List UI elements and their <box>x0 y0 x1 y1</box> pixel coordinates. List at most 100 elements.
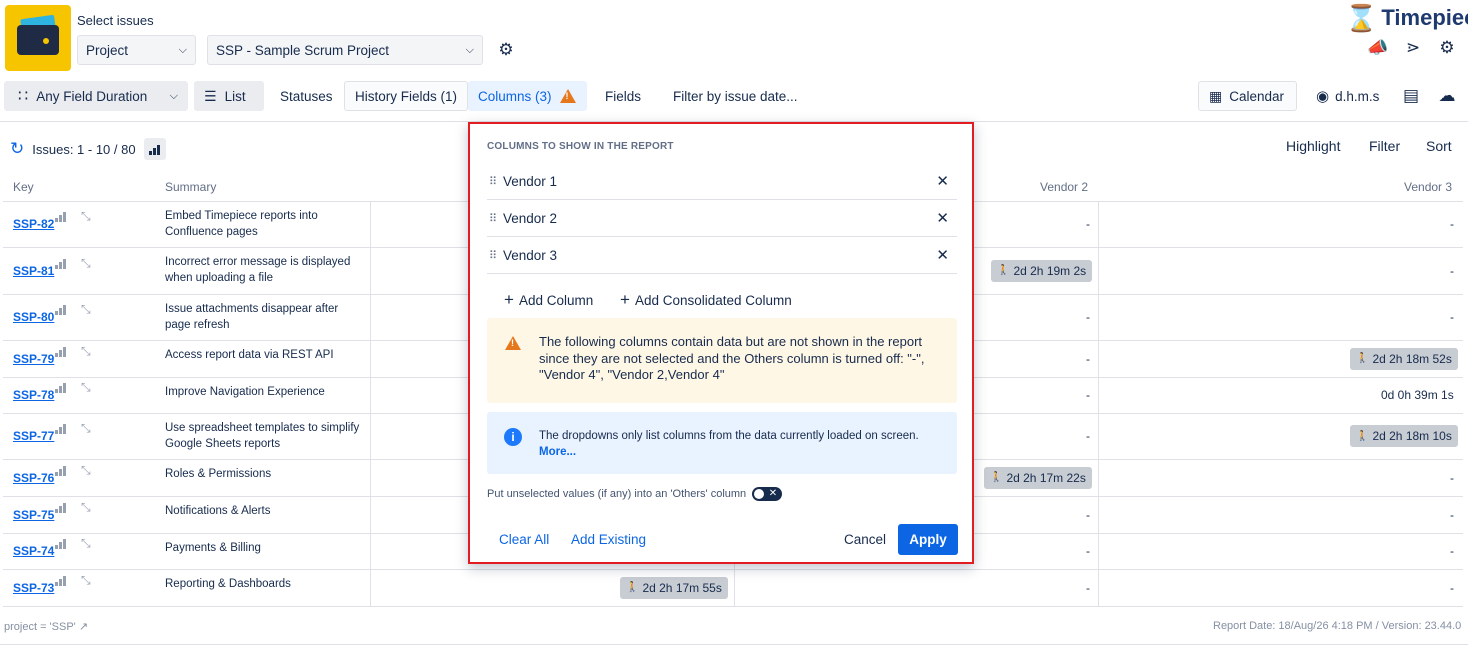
vendor2-cell[interactable]: 🚶 2d 2h 17m 22s <box>984 466 1092 489</box>
close-icon[interactable]: ✕ <box>936 246 949 264</box>
cancel-button[interactable]: Cancel <box>844 532 886 547</box>
apply-button[interactable]: Apply <box>898 524 958 555</box>
column-item[interactable]: ⠿ Vendor 2 ✕ <box>487 200 957 237</box>
close-icon[interactable]: ✕ <box>936 209 949 227</box>
announcement-icon[interactable]: 📣 <box>1367 37 1389 59</box>
chevron-down-icon: ⌵ <box>178 43 187 56</box>
history-fields-tab[interactable]: History Fields (1) <box>344 81 469 111</box>
list-button[interactable]: ☰ List <box>194 81 264 111</box>
vendor2-cell: - <box>1086 507 1090 522</box>
project-select-value: SSP - Sample Scrum Project <box>216 42 390 58</box>
filter-by-date-tab[interactable]: Filter by issue date... <box>663 81 808 111</box>
scope-select[interactable]: Project ⌵ <box>77 35 196 65</box>
sla-calendar-icon[interactable]: ▤ <box>1400 85 1422 107</box>
sort-button[interactable]: Sort <box>1426 138 1452 154</box>
bar-chart-icon[interactable] <box>143 138 166 160</box>
col-header-summary[interactable]: Summary <box>165 180 216 194</box>
bar-chart-icon[interactable] <box>55 212 66 222</box>
issue-key-link[interactable]: SSP-74 <box>13 544 54 558</box>
issue-summary: Access report data via REST API <box>165 349 334 361</box>
column-item[interactable]: ⠿ Vendor 1 ✕ <box>487 163 957 200</box>
expand-icon[interactable]: ⤡ <box>81 209 91 224</box>
time-format-button[interactable]: ◉ d.h.m.s <box>1306 81 1389 111</box>
bar-chart-icon[interactable] <box>55 465 66 476</box>
expand-icon[interactable]: ⤡ <box>81 573 91 588</box>
add-consolidated-column-button[interactable]: + Add Consolidated Column <box>620 290 792 310</box>
expand-icon[interactable]: ⤡ <box>81 380 91 395</box>
issue-key-link[interactable]: SSP-77 <box>13 429 54 443</box>
clear-all-button[interactable]: Clear All <box>499 532 549 547</box>
bar-chart-icon[interactable] <box>55 424 66 434</box>
bar-chart-icon[interactable] <box>55 346 66 357</box>
share-icon[interactable]: ⋗ <box>1402 37 1424 59</box>
issue-key-link[interactable]: SSP-81 <box>13 264 54 278</box>
vendor3-cell: 0d 0h 39m 1s <box>1381 388 1454 402</box>
project-select[interactable]: SSP - Sample Scrum Project ⌵ <box>207 35 483 65</box>
bar-chart-icon[interactable] <box>55 305 66 315</box>
columns-tab[interactable]: Columns (3) ! <box>468 81 587 111</box>
issue-key-link[interactable]: SSP-73 <box>13 581 54 595</box>
col-header-vendor2[interactable]: Vendor 2 <box>1040 180 1088 194</box>
filter-button[interactable]: Filter <box>1369 138 1400 154</box>
warning-banner: ! The following columns contain data but… <box>487 318 957 403</box>
column-divider <box>1098 201 1099 607</box>
vendor3-cell: - <box>1450 470 1454 485</box>
time-format-label: d.h.m.s <box>1335 88 1380 104</box>
duration-select[interactable]: ∷ Any Field Duration ⌵ <box>4 81 188 111</box>
scope-select-value: Project <box>86 42 129 58</box>
drag-handle-icon[interactable]: ⠿ <box>487 249 503 262</box>
chevron-down-icon: ⌵ <box>169 89 178 102</box>
walking-person-icon: 🚶 <box>1356 353 1369 364</box>
expand-icon[interactable]: ⤡ <box>81 344 91 359</box>
vendor3-cell[interactable]: 🚶 2d 2h 18m 52s <box>1350 347 1458 370</box>
issue-key-link[interactable]: SSP-79 <box>13 352 54 366</box>
drag-handle-icon[interactable]: ⠿ <box>487 212 503 225</box>
vendor3-cell: - <box>1450 263 1454 278</box>
warning-icon: ! <box>505 336 521 350</box>
issue-key-link[interactable]: SSP-75 <box>13 508 54 522</box>
bar-chart-icon[interactable] <box>55 383 66 393</box>
jql-footer[interactable]: project = 'SSP' ↗ <box>4 620 88 633</box>
statuses-tab[interactable]: Statuses <box>270 81 343 111</box>
vendor1-cell-text: 2d 2h 17m 55s <box>642 580 722 595</box>
expand-icon[interactable]: ⤡ <box>81 536 91 551</box>
expand-icon[interactable]: ⤡ <box>81 256 91 271</box>
cloud-download-icon[interactable]: ☁ <box>1436 85 1458 107</box>
refresh-icon[interactable]: ↻ <box>10 139 24 159</box>
settings-gear-icon[interactable]: ⚙ <box>495 39 517 61</box>
bar-chart-icon[interactable] <box>55 539 66 549</box>
vendor2-cell: - <box>1086 351 1090 366</box>
issue-key-link[interactable]: SSP-76 <box>13 471 54 485</box>
add-existing-button[interactable]: Add Existing <box>571 532 646 547</box>
issue-key-link[interactable]: SSP-82 <box>13 217 54 231</box>
expand-icon[interactable]: ⤡ <box>81 463 91 478</box>
gear-icon[interactable]: ⚙ <box>1436 37 1458 59</box>
vendor3-cell[interactable]: 🚶 2d 2h 18m 10s <box>1350 425 1458 447</box>
col-header-vendor3[interactable]: Vendor 3 <box>1404 180 1452 194</box>
vendor2-cell: - <box>1086 544 1090 558</box>
info-text: The dropdowns only list columns from the… <box>539 430 919 442</box>
issue-key-link[interactable]: SSP-78 <box>13 388 54 402</box>
walking-person-icon: 🚶 <box>997 265 1010 276</box>
vendor1-cell[interactable]: 🚶 2d 2h 17m 55s <box>620 576 728 599</box>
calendar-button[interactable]: ▦ Calendar <box>1198 81 1297 111</box>
vendor2-cell[interactable]: 🚶 2d 2h 19m 2s <box>991 259 1093 282</box>
add-column-button[interactable]: + Add Column <box>504 290 593 310</box>
fields-tab[interactable]: Fields <box>595 81 651 111</box>
column-item[interactable]: ⠿ Vendor 3 ✕ <box>487 237 957 274</box>
bar-chart-icon[interactable] <box>55 502 66 513</box>
highlight-button[interactable]: Highlight <box>1286 138 1340 154</box>
issue-key-link[interactable]: SSP-80 <box>13 310 54 324</box>
col-header-key[interactable]: Key <box>13 180 34 194</box>
calendar-label: Calendar <box>1229 88 1285 104</box>
add-column-label: Add Column <box>518 292 594 308</box>
expand-icon[interactable]: ⤡ <box>81 421 91 436</box>
expand-icon[interactable]: ⤡ <box>81 302 91 317</box>
bar-chart-icon[interactable] <box>55 258 66 269</box>
expand-icon[interactable]: ⤡ <box>81 500 91 515</box>
close-icon[interactable]: ✕ <box>936 172 949 190</box>
others-toggle[interactable]: ✕ <box>752 487 783 501</box>
bar-chart-icon[interactable] <box>55 575 66 586</box>
more-link[interactable]: More... <box>539 444 919 460</box>
drag-handle-icon[interactable]: ⠿ <box>487 175 503 188</box>
